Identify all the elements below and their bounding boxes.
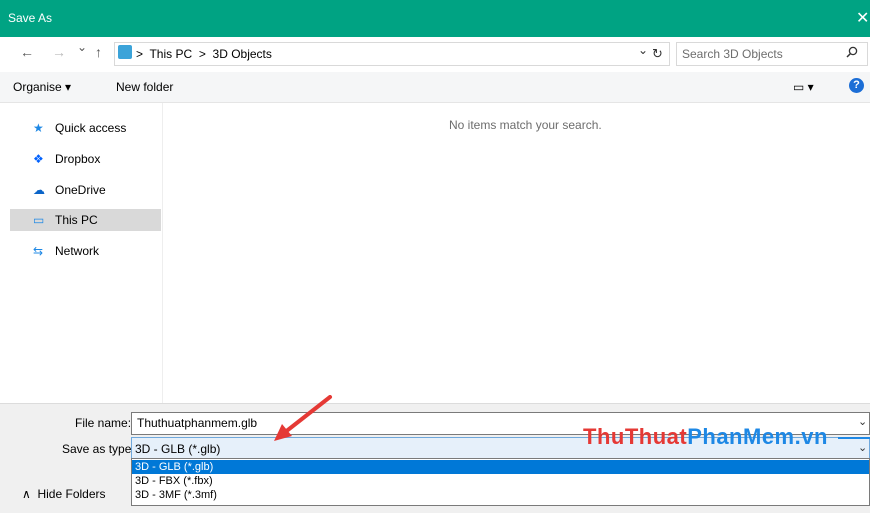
pane-divider — [162, 103, 163, 403]
cloud-icon: ☁ — [33, 183, 45, 197]
sidebar-item-label: Dropbox — [55, 152, 101, 166]
annotation-arrow-icon — [274, 395, 332, 441]
file-type-option-glb[interactable]: 3D - GLB (*.glb) — [132, 460, 869, 474]
sidebar-item-this-pc[interactable]: ▭ This PC — [10, 209, 161, 231]
watermark-part1: ThuThuat — [583, 424, 688, 449]
3d-objects-folder-icon — [118, 45, 132, 59]
watermark-part2: PhanMem.vn — [687, 424, 828, 449]
breadcrumb: > This PC > 3D Objects — [136, 47, 272, 61]
dropbox-icon: ❖ — [33, 152, 44, 166]
sidebar-item-label: Quick access — [55, 121, 127, 135]
chevron-down-icon[interactable]: ⌄ — [858, 441, 867, 454]
recent-locations-icon[interactable]: ⌄ — [77, 40, 87, 54]
sidebar-item-label: Network — [55, 244, 100, 258]
file-type-option-fbx[interactable]: 3D - FBX (*.fbx) — [132, 474, 869, 488]
breadcrumb-this-pc[interactable]: This PC — [149, 47, 192, 61]
search-input[interactable]: Search 3D Objects — [682, 47, 783, 61]
sidebar-item-label: This PC — [55, 213, 98, 227]
star-icon: ★ — [33, 121, 44, 135]
empty-folder-message: No items match your search. — [449, 118, 602, 132]
view-options-icon[interactable]: ▭ ▾ — [793, 80, 814, 94]
chevron-down-icon[interactable]: ⌄ — [858, 415, 867, 428]
save-as-type-value[interactable]: 3D - GLB (*.glb) — [135, 442, 220, 456]
new-folder-button[interactable]: New folder — [116, 80, 173, 94]
hide-folders-button[interactable]: ∧ Hide Folders — [22, 487, 106, 501]
close-icon[interactable]: ✕ — [856, 8, 869, 28]
network-icon: ⇆ — [33, 244, 44, 258]
file-name-value[interactable]: Thuthuatphanmem.glb — [137, 416, 257, 430]
breadcrumb-separator: > — [198, 47, 206, 61]
file-name-label: File name: — [75, 416, 132, 430]
breadcrumb-3d-objects[interactable]: 3D Objects — [213, 47, 272, 61]
watermark-underline — [838, 437, 870, 439]
sidebar-item-quick-access[interactable]: ★ Quick access — [10, 117, 161, 139]
save-as-type-label: Save as type: — [62, 442, 135, 456]
sidebar-item-dropbox[interactable]: ❖ Dropbox — [10, 148, 161, 170]
chevron-up-icon: ∧ — [22, 487, 31, 501]
organise-button[interactable]: Organise ▾ — [13, 80, 71, 94]
breadcrumb-separator: > — [136, 47, 144, 61]
forward-icon[interactable]: → — [52, 44, 66, 60]
search-icon[interactable] — [846, 46, 858, 61]
help-icon[interactable]: ? — [849, 78, 864, 93]
refresh-icon[interactable]: ↻ — [652, 46, 663, 62]
window-title: Save As — [8, 11, 53, 25]
sidebar-item-network[interactable]: ⇆ Network — [10, 240, 161, 262]
hide-folders-label: Hide Folders — [37, 487, 106, 501]
back-icon[interactable]: ← — [20, 44, 34, 60]
computer-icon: ▭ — [33, 213, 45, 227]
file-type-option-3mf[interactable]: 3D - 3MF (*.3mf) — [132, 488, 869, 502]
sidebar-item-onedrive[interactable]: ☁ OneDrive — [10, 179, 161, 201]
title-bar — [0, 0, 870, 37]
sidebar-item-label: OneDrive — [55, 183, 106, 197]
watermark-logo: ThuThuatPhanMem.vn — [583, 424, 828, 450]
up-icon[interactable]: ↑ — [95, 44, 102, 60]
address-dropdown-icon[interactable]: ⌄ — [638, 43, 648, 57]
